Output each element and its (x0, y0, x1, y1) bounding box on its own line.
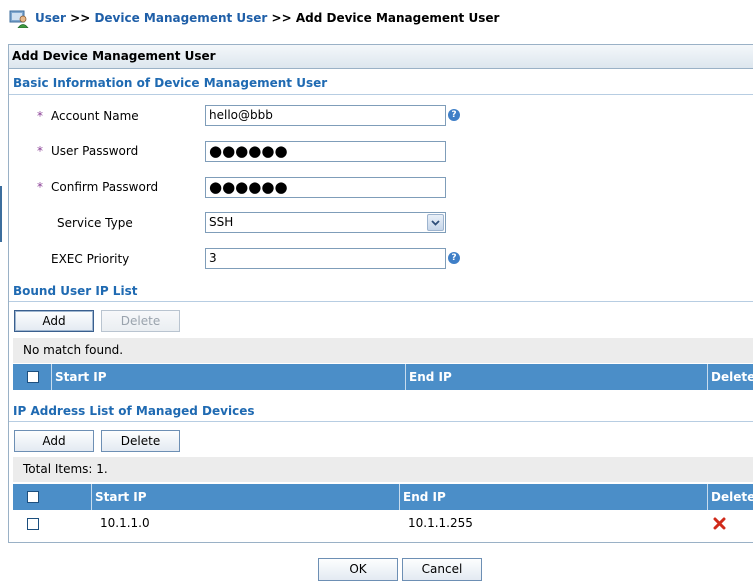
column-header-end-ip[interactable]: End IP (405, 364, 707, 390)
select-all-cell (13, 364, 51, 390)
section-divider (9, 421, 753, 422)
account-name-label: Account Name (51, 109, 139, 123)
required-mark: * (37, 109, 43, 123)
managed-devices-section-title: IP Address List of Managed Devices (13, 404, 255, 418)
account-name-help-icon[interactable]: ? (448, 109, 460, 121)
left-edge-marker (0, 186, 2, 242)
column-header-delete: Delete (707, 484, 753, 510)
breadcrumb-user-link[interactable]: User (35, 11, 66, 25)
breadcrumb-separator: >> (70, 11, 91, 25)
bound-ip-table-header: Start IP End IP Delete (13, 364, 753, 390)
exec-priority-label: EXEC Priority (51, 252, 130, 266)
user-password-label: User Password (51, 144, 139, 158)
row-end-ip: 10.1.1.255 (408, 516, 473, 530)
breadcrumb: User >> Device Management User >> Add De… (0, 0, 753, 38)
column-header-start-ip[interactable]: Start IP (91, 484, 399, 510)
service-type-select[interactable]: SSH (205, 212, 446, 233)
managed-devices-status: Total Items: 1. (13, 457, 753, 482)
section-divider (9, 301, 753, 302)
managed-devices-table-header: Start IP End IP Delete (13, 484, 753, 510)
cancel-button[interactable]: Cancel (402, 558, 482, 581)
select-all-checkbox[interactable] (27, 491, 39, 503)
basic-info-section-title: Basic Information of Device Management U… (13, 76, 328, 90)
exec-priority-input[interactable]: 3 (205, 248, 446, 269)
select-all-checkbox[interactable] (27, 371, 39, 383)
ok-button[interactable]: OK (318, 558, 398, 581)
chevron-down-icon[interactable] (427, 214, 444, 231)
column-header-end-ip[interactable]: End IP (399, 484, 707, 510)
row-start-ip: 10.1.1.0 (100, 516, 150, 530)
breadcrumb-current: Add Device Management User (295, 11, 500, 25)
user-password-input[interactable]: ●●●●●● (205, 141, 446, 162)
bound-ip-section-title: Bound User IP List (13, 284, 138, 298)
delete-icon[interactable] (713, 517, 726, 530)
section-divider (9, 94, 753, 95)
bound-ip-delete-button[interactable]: Delete (101, 310, 180, 332)
bound-ip-status: No match found. (13, 338, 753, 363)
exec-priority-help-icon[interactable]: ? (448, 252, 460, 264)
breadcrumb-separator: >> (271, 11, 292, 25)
select-all-cell (13, 484, 91, 510)
breadcrumb-device-management-user-link[interactable]: Device Management User (94, 11, 267, 25)
managed-devices-delete-button[interactable]: Delete (101, 430, 180, 452)
bound-ip-add-button[interactable]: Add (14, 310, 94, 332)
user-icon (9, 10, 29, 28)
required-mark: * (37, 144, 43, 158)
column-header-delete: Delete (707, 364, 753, 390)
account-name-input[interactable]: hello@bbb (205, 105, 446, 126)
table-row: 10.1.1.0 10.1.1.255 (13, 510, 753, 536)
panel-title: Add Device Management User (9, 45, 753, 69)
column-header-start-ip[interactable]: Start IP (51, 364, 405, 390)
confirm-password-input[interactable]: ●●●●●● (205, 177, 446, 198)
confirm-password-label: Confirm Password (51, 180, 159, 194)
service-type-value: SSH (209, 215, 234, 229)
row-checkbox[interactable] (27, 518, 39, 530)
required-mark: * (37, 180, 43, 194)
managed-devices-add-button[interactable]: Add (14, 430, 94, 452)
service-type-label: Service Type (57, 216, 133, 230)
